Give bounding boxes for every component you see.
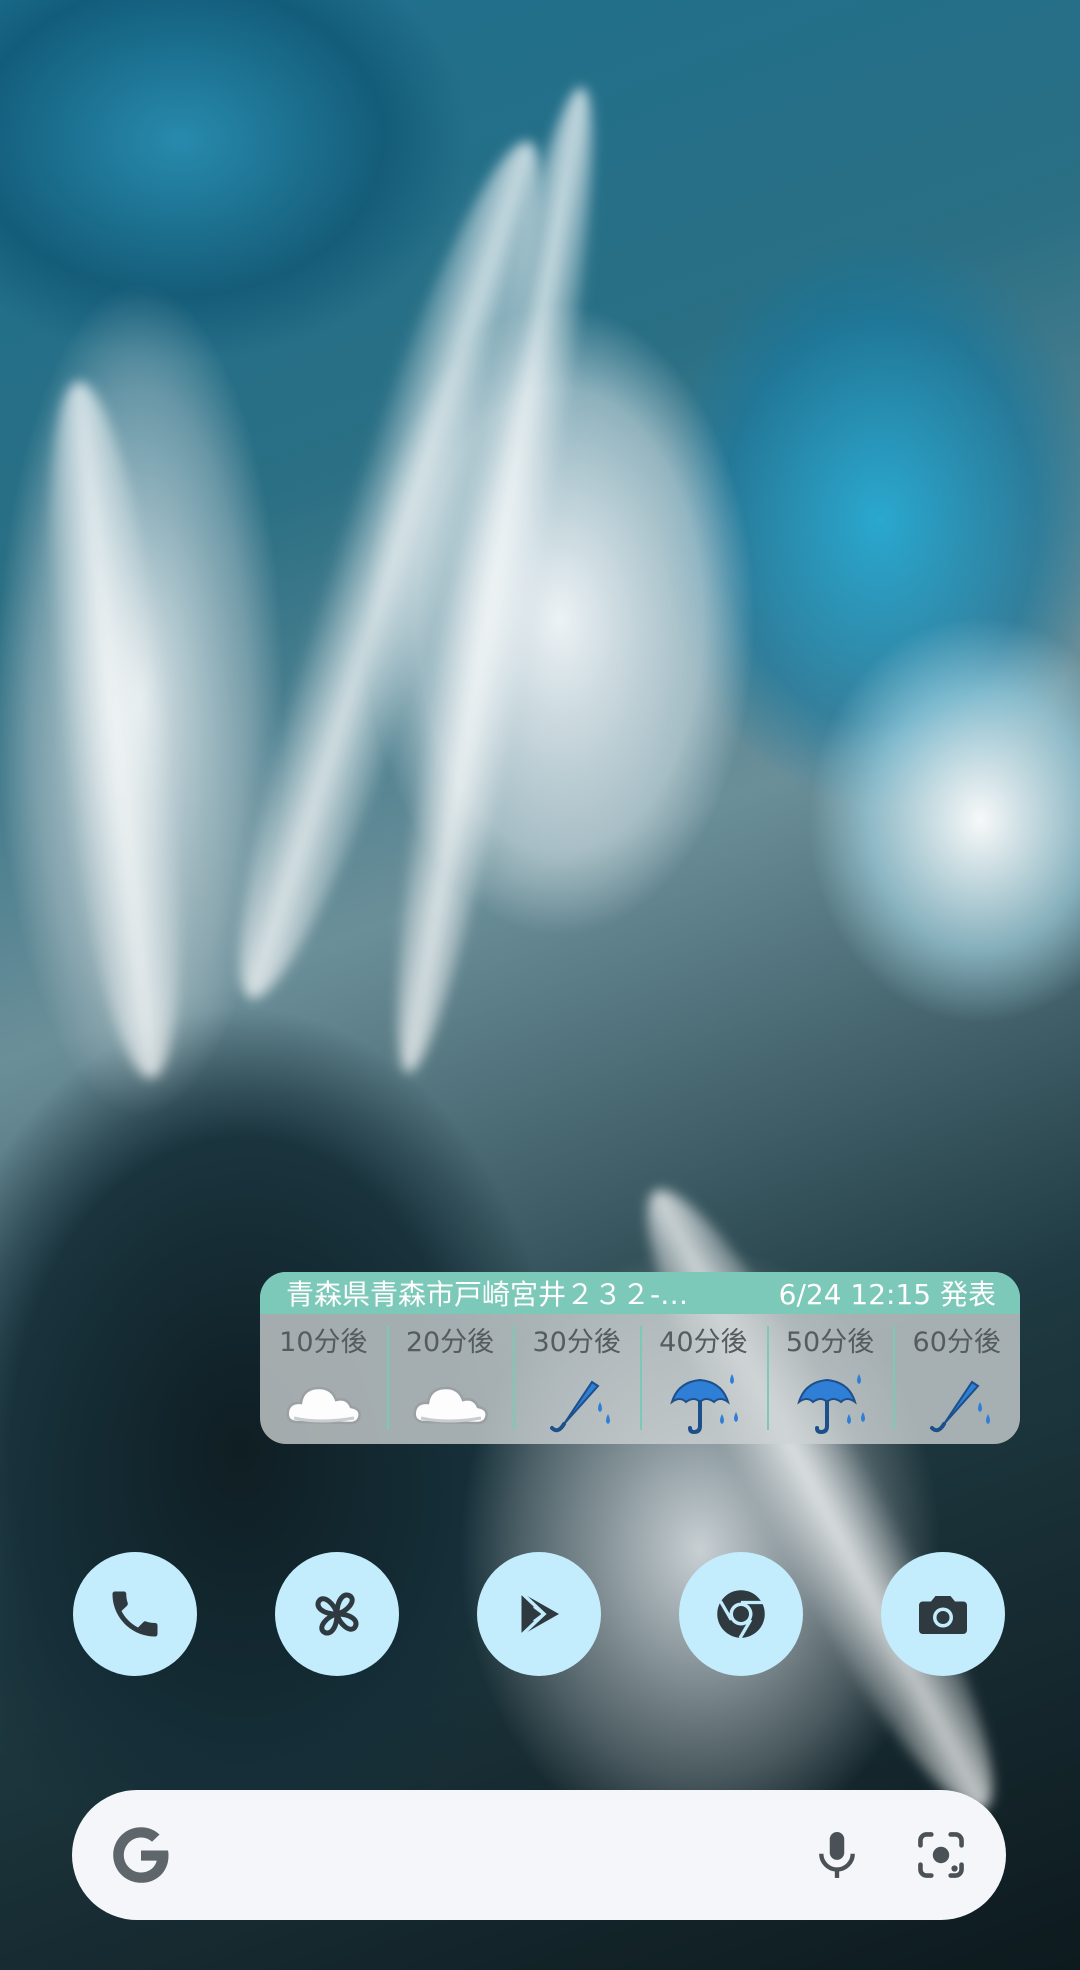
forecast-item: 10分後 xyxy=(260,1314,387,1444)
app-dock xyxy=(0,1552,1080,1676)
issued-time: 6/24 12:15 発表 xyxy=(778,1278,996,1311)
forecast-time-label: 20分後 xyxy=(405,1327,495,1358)
forecast-item: 60分後 xyxy=(893,1314,1020,1444)
phone-app-button[interactable] xyxy=(73,1552,197,1676)
cloud-icon xyxy=(413,1386,488,1425)
forecast-item: 20分後 xyxy=(386,1314,514,1444)
umbrella-closed-rain-icon xyxy=(929,1380,990,1433)
umbrella-rain-icon xyxy=(670,1374,739,1435)
pinwheel-app-button[interactable] xyxy=(275,1552,399,1676)
forecast-item: 40分後 xyxy=(640,1314,767,1444)
chrome-app-button[interactable] xyxy=(679,1552,803,1676)
location-label: 青森県青森市戸崎宮井２３２-… xyxy=(286,1278,689,1311)
play-store-icon xyxy=(520,1591,559,1637)
chrome-icon xyxy=(717,1590,765,1639)
forecast-row: 10分後 20分後 30分後 40分後 50分後 60分後 xyxy=(260,1314,1020,1444)
lens-icon xyxy=(918,1832,964,1878)
forecast-time-label: 30分後 xyxy=(532,1327,621,1358)
pinwheel-icon xyxy=(315,1592,359,1636)
lens-search-button[interactable] xyxy=(906,1820,976,1890)
voice-search-button[interactable] xyxy=(802,1820,872,1890)
camera-icon xyxy=(919,1596,967,1634)
forecast-time-label: 10分後 xyxy=(279,1327,368,1358)
phone-icon xyxy=(112,1591,158,1637)
wallpaper-streak xyxy=(23,376,207,1084)
umbrella-closed-rain-icon xyxy=(549,1380,610,1433)
microphone-icon xyxy=(819,1832,855,1878)
rain-forecast-widget[interactable]: 青森県青森市戸崎宮井２３２-… 6/24 12:15 発表 10分後 20分後 … xyxy=(260,1272,1020,1444)
forecast-time-label: 50分後 xyxy=(785,1327,875,1358)
wallpaper-streak xyxy=(602,1162,1038,1838)
play-store-app-button[interactable] xyxy=(477,1552,601,1676)
google-g-icon xyxy=(113,1827,169,1883)
forecast-time-label: 60分後 xyxy=(912,1327,1001,1358)
cloud-icon xyxy=(286,1386,362,1425)
forecast-time-label: 40分後 xyxy=(659,1327,748,1358)
forecast-item: 50分後 xyxy=(766,1314,894,1444)
umbrella-rain-icon xyxy=(797,1374,866,1435)
google-search-bar[interactable] xyxy=(72,1790,1006,1920)
forecast-item: 30分後 xyxy=(513,1314,640,1444)
widget-header: 青森県青森市戸崎宮井２３２-… 6/24 12:15 発表 xyxy=(260,1272,1020,1314)
camera-app-button[interactable] xyxy=(881,1552,1005,1676)
